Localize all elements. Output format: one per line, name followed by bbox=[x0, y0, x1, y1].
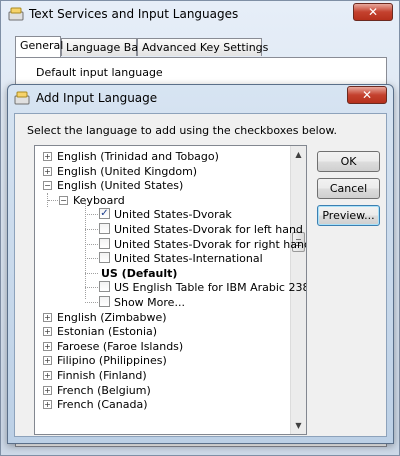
collapse-icon[interactable]: − bbox=[43, 181, 52, 191]
tree-row[interactable]: + English (Trinidad and Tobago) bbox=[35, 149, 290, 164]
tree-row[interactable]: ✓ United States-Dvorak bbox=[35, 207, 290, 222]
tree-item-label: Filipino (Philippines) bbox=[57, 354, 167, 368]
tab-advanced-key-settings[interactable]: Advanced Key Settings bbox=[137, 38, 268, 56]
tree-item-label: US (Default) bbox=[101, 266, 178, 280]
tree-row[interactable]: − Keyboard bbox=[35, 193, 290, 208]
dialog-body: Select the language to add using the che… bbox=[14, 113, 387, 437]
tree-row[interactable]: + Faroese (Faroe Islands) bbox=[35, 339, 290, 354]
default-input-language-label: Default input language bbox=[36, 66, 163, 79]
keyboard-checkbox[interactable] bbox=[99, 252, 110, 264]
keyboard-app-icon bbox=[8, 7, 24, 21]
add-input-language-dialog: Add Input Language ✕ Select the language… bbox=[7, 84, 394, 444]
tree-item-label: French (Belgium) bbox=[57, 383, 151, 397]
tree-item-label: English (Trinidad and Tobago) bbox=[57, 150, 219, 163]
tree-item-label: English (Zimbabwe) bbox=[57, 310, 167, 324]
tree-item-label: French (Canada) bbox=[57, 398, 148, 412]
tree-row[interactable]: + English (United Kingdom) bbox=[35, 164, 290, 179]
keyboard-checkbox[interactable] bbox=[99, 281, 110, 293]
tree-row[interactable]: + Estonian (Estonia) bbox=[35, 324, 290, 339]
expand-icon[interactable]: + bbox=[43, 385, 52, 395]
tree-item-label: United States-Dvorak for left hand bbox=[114, 223, 303, 236]
keyboard-app-icon bbox=[14, 91, 30, 105]
expand-icon[interactable]: + bbox=[43, 312, 52, 322]
collapse-icon[interactable]: − bbox=[59, 195, 68, 205]
tree-row[interactable]: US (Default) bbox=[35, 266, 290, 281]
tree-row[interactable]: United States-International bbox=[35, 251, 290, 266]
tree-item-label: United States-Dvorak for right hand bbox=[114, 237, 307, 251]
keyboard-checkbox[interactable] bbox=[99, 223, 110, 234]
tree-row[interactable]: + English (Zimbabwe) bbox=[35, 310, 290, 325]
tree-row[interactable]: + French (Canada) bbox=[35, 397, 290, 412]
expand-icon[interactable]: + bbox=[43, 341, 52, 351]
tree-row[interactable]: + French (Belgium) bbox=[35, 383, 290, 398]
tree-row[interactable]: − English (United States) bbox=[35, 178, 290, 193]
tree-item-label: English (United States) bbox=[57, 179, 184, 193]
tree-item-label: Finnish (Finland) bbox=[57, 369, 147, 382]
keyboard-checkbox[interactable]: ✓ bbox=[99, 208, 110, 220]
tree-item-label: United States-International bbox=[114, 252, 263, 266]
tree-item-label: English (United Kingdom) bbox=[57, 164, 198, 178]
expand-icon[interactable]: + bbox=[43, 371, 52, 380]
ok-button[interactable]: OK bbox=[317, 151, 380, 172]
tree-item-label: Keyboard bbox=[73, 193, 125, 207]
tree-row[interactable]: + Finnish (Finland) bbox=[35, 368, 290, 383]
language-tree[interactable]: ▲ ▼ + English (Trinidad and Tobago) + Engli… bbox=[34, 145, 307, 435]
tree-row[interactable]: + Filipino (Philippines) bbox=[35, 353, 290, 368]
expand-icon[interactable]: + bbox=[43, 166, 52, 176]
expand-icon[interactable]: + bbox=[43, 152, 52, 161]
tree-row[interactable]: United States-Dvorak for right hand bbox=[35, 237, 306, 252]
tree-row[interactable]: United States-Dvorak for left hand bbox=[35, 222, 303, 237]
window-title: Text Services and Input Languages bbox=[29, 7, 239, 21]
preview-button[interactable]: Preview... bbox=[317, 205, 380, 226]
tree-item-label: Estonian (Estonia) bbox=[57, 325, 158, 339]
expand-icon[interactable]: + bbox=[43, 400, 52, 410]
dialog-close-button[interactable]: ✕ bbox=[347, 86, 387, 104]
scroll-down-arrow-icon[interactable]: ▼ bbox=[292, 418, 305, 433]
tree-row[interactable]: US English Table for IBM Arabic 238_L bbox=[35, 280, 306, 295]
tree-row[interactable]: Show More... bbox=[35, 295, 290, 310]
expand-icon[interactable]: + bbox=[43, 327, 52, 337]
keyboard-checkbox[interactable] bbox=[99, 296, 110, 307]
tree-item-label: Faroese (Faroe Islands) bbox=[57, 339, 184, 353]
title-bar: Text Services and Input Languages ✕ bbox=[1, 1, 399, 29]
tab-language-bar[interactable]: Language Bar bbox=[61, 38, 143, 56]
scroll-up-arrow-icon[interactable]: ▲ bbox=[292, 147, 305, 162]
tree-item-label: United States-Dvorak bbox=[114, 208, 232, 222]
dialog-title: Add Input Language bbox=[36, 91, 158, 105]
tab-general[interactable]: General bbox=[15, 36, 63, 57]
close-button[interactable]: ✕ bbox=[353, 3, 393, 21]
instruction-text: Select the language to add using the che… bbox=[27, 124, 337, 137]
cancel-button[interactable]: Cancel bbox=[317, 178, 380, 199]
keyboard-checkbox[interactable] bbox=[99, 237, 110, 249]
tree-item-label: Show More... bbox=[114, 296, 185, 309]
tree-item-label: US English Table for IBM Arabic 238_L bbox=[114, 281, 307, 295]
expand-icon[interactable]: + bbox=[43, 356, 52, 366]
